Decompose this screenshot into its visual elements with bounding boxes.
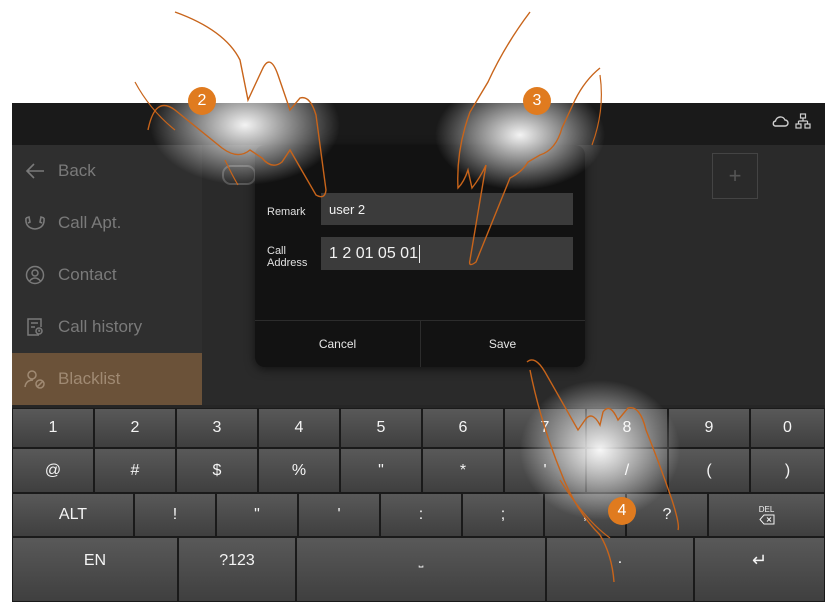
call-address-value: 1 2 01 05 01 bbox=[329, 244, 418, 262]
key-slash[interactable]: / bbox=[586, 448, 668, 493]
callout-badge-4: 4 bbox=[608, 497, 636, 525]
sidebar-item-label: Back bbox=[58, 161, 96, 180]
handset-icon bbox=[12, 214, 58, 232]
key-semicolon[interactable]: ; bbox=[462, 493, 544, 537]
key-double-quote-2[interactable]: " bbox=[216, 493, 298, 537]
cloud-icon bbox=[771, 113, 789, 134]
key-at[interactable]: @ bbox=[12, 448, 94, 493]
key-exclamation[interactable]: ! bbox=[134, 493, 216, 537]
sidebar-item-call-history[interactable]: Call history bbox=[12, 301, 202, 353]
key-double-quote[interactable]: " bbox=[340, 448, 422, 493]
key-question[interactable]: ? bbox=[626, 493, 708, 537]
arrow-left-icon bbox=[12, 162, 58, 180]
history-icon bbox=[12, 317, 58, 337]
key-space[interactable]: ⎵ bbox=[296, 537, 546, 602]
call-address-label: Call Address bbox=[267, 245, 308, 269]
backspace-icon: DEL bbox=[759, 505, 775, 525]
sidebar-item-call-apt[interactable]: Call Apt. bbox=[12, 197, 202, 249]
key-4[interactable]: 4 bbox=[258, 408, 340, 448]
status-bar bbox=[12, 103, 825, 145]
key-2[interactable]: 2 bbox=[94, 408, 176, 448]
key-alt[interactable]: ALT bbox=[12, 493, 134, 537]
key-language[interactable]: EN bbox=[12, 537, 178, 602]
key-9[interactable]: 9 bbox=[668, 408, 750, 448]
sidebar-item-back[interactable]: Back bbox=[12, 145, 202, 197]
key-dollar[interactable]: $ bbox=[176, 448, 258, 493]
sidebar-item-label: Call Apt. bbox=[58, 213, 122, 232]
key-1[interactable]: 1 bbox=[12, 408, 94, 448]
key-open-paren[interactable]: ( bbox=[668, 448, 750, 493]
key-period[interactable]: . bbox=[546, 537, 694, 602]
sidebar-item-label: Blacklist bbox=[58, 369, 121, 388]
network-icon bbox=[795, 113, 811, 134]
key-enter[interactable]: ↵ bbox=[694, 537, 825, 602]
callout-badge-2: 2 bbox=[188, 87, 216, 115]
remark-input[interactable]: user 2 bbox=[321, 193, 573, 225]
sidebar-item-label: Contact bbox=[58, 265, 117, 284]
text-cursor bbox=[418, 244, 420, 263]
add-button: + bbox=[712, 153, 758, 199]
key-3[interactable]: 3 bbox=[176, 408, 258, 448]
key-delete[interactable]: DEL bbox=[708, 493, 825, 537]
person-circle-icon bbox=[12, 265, 58, 285]
sidebar-item-contact[interactable]: Contact bbox=[12, 249, 202, 301]
save-button[interactable]: Save bbox=[420, 321, 585, 367]
key-apostrophe[interactable]: ' bbox=[504, 448, 586, 493]
toggle-switch bbox=[222, 165, 256, 185]
sidebar-item-blacklist[interactable]: Blacklist bbox=[12, 353, 202, 405]
key-colon[interactable]: : bbox=[380, 493, 462, 537]
key-hash[interactable]: # bbox=[94, 448, 176, 493]
edit-contact-dialog: Remark user 2 Call Address 1 2 01 05 01 … bbox=[255, 145, 585, 367]
key-8[interactable]: 8 bbox=[586, 408, 668, 448]
blacklist-icon bbox=[12, 369, 58, 389]
key-symbols[interactable]: ?123 bbox=[178, 537, 296, 602]
callout-badge-3: 3 bbox=[523, 87, 551, 115]
key-close-paren[interactable]: ) bbox=[750, 448, 825, 493]
key-apostrophe-2[interactable]: ' bbox=[298, 493, 380, 537]
sidebar: Back Call Apt. Contact Call history Blac… bbox=[12, 145, 202, 405]
sidebar-item-label: Call history bbox=[58, 317, 143, 336]
key-asterisk[interactable]: * bbox=[422, 448, 504, 493]
key-6[interactable]: 6 bbox=[422, 408, 504, 448]
call-address-input[interactable]: 1 2 01 05 01 bbox=[321, 237, 573, 270]
key-percent[interactable]: % bbox=[258, 448, 340, 493]
cancel-button[interactable]: Cancel bbox=[255, 321, 420, 367]
key-7[interactable]: 7 bbox=[504, 408, 586, 448]
key-5[interactable]: 5 bbox=[340, 408, 422, 448]
keyboard: 1 2 3 4 5 6 7 8 9 0 @ # $ % " * ' / ( ) … bbox=[12, 408, 825, 602]
remark-label: Remark bbox=[267, 206, 306, 218]
key-0[interactable]: 0 bbox=[750, 408, 825, 448]
